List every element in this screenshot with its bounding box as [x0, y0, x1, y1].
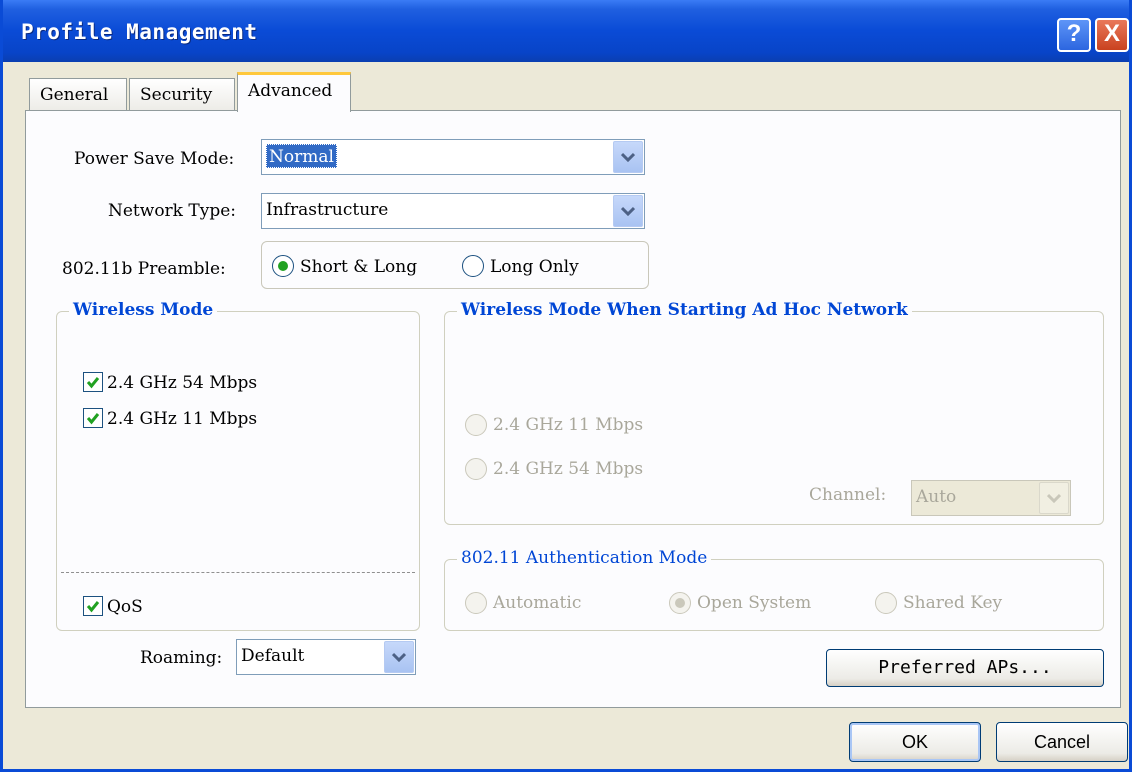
auth-automatic-label[interactable]: Automatic	[493, 593, 581, 613]
power-save-value: Normal	[266, 144, 337, 168]
preamble-group: Short & Long Long Only	[261, 241, 649, 289]
title-bar[interactable]: Profile Management ? X	[3, 0, 1129, 62]
wm-11-label[interactable]: 2.4 GHz 11 Mbps	[107, 409, 257, 429]
cancel-button[interactable]: Cancel	[996, 722, 1128, 762]
network-type-label: Network Type:	[108, 201, 236, 221]
wireless-mode-title: Wireless Mode	[69, 300, 218, 320]
divider	[61, 572, 415, 573]
auth-shared-key-radio[interactable]	[875, 592, 897, 614]
wm-54-label[interactable]: 2.4 GHz 54 Mbps	[107, 373, 257, 393]
profile-management-dialog: Profile Management ? X General Security …	[0, 0, 1132, 772]
channel-value: Auto	[916, 487, 957, 507]
power-save-select[interactable]: Normal	[261, 139, 645, 175]
adhoc-54-label[interactable]: 2.4 GHz 54 Mbps	[493, 459, 643, 479]
preamble-label: 802.11b Preamble:	[62, 259, 226, 279]
chevron-down-icon[interactable]	[1039, 482, 1069, 514]
qos-label[interactable]: QoS	[107, 597, 143, 617]
ok-button[interactable]: OK	[849, 722, 981, 762]
wm-54-checkbox[interactable]	[83, 372, 103, 392]
auth-shared-key-label[interactable]: Shared Key	[903, 593, 1002, 613]
adhoc-54-radio[interactable]	[465, 458, 487, 480]
preamble-long-only-radio[interactable]	[462, 255, 484, 277]
auth-open-system-label[interactable]: Open System	[697, 593, 811, 613]
roaming-label: Roaming:	[140, 648, 223, 668]
tab-security[interactable]: Security	[129, 78, 235, 112]
chevron-down-icon[interactable]	[613, 141, 643, 173]
roaming-select[interactable]: Default	[236, 639, 416, 675]
tab-advanced[interactable]: Advanced	[237, 72, 351, 112]
auth-mode-title: 802.11 Authentication Mode	[457, 548, 712, 568]
window-title: Profile Management	[21, 20, 258, 44]
close-button[interactable]: X	[1095, 18, 1129, 52]
power-save-label: Power Save Mode:	[74, 149, 235, 169]
help-button[interactable]: ?	[1057, 18, 1091, 52]
wireless-mode-group: Wireless Mode 2.4 GHz 54 Mbps 2.4 GHz 11…	[56, 300, 420, 631]
preamble-long-only-label[interactable]: Long Only	[490, 257, 579, 277]
auth-mode-group: 802.11 Authentication Mode Automatic Ope…	[444, 548, 1104, 631]
network-type-value: Infrastructure	[266, 200, 389, 220]
auth-automatic-radio[interactable]	[465, 592, 487, 614]
chevron-down-icon[interactable]	[384, 641, 414, 673]
channel-label: Channel:	[809, 485, 887, 505]
chevron-down-icon[interactable]	[613, 195, 643, 227]
preamble-short-long-radio[interactable]	[272, 255, 294, 277]
advanced-panel: Power Save Mode: Normal Network Type: In…	[25, 110, 1121, 708]
adhoc-mode-title: Wireless Mode When Starting Ad Hoc Netwo…	[457, 300, 912, 320]
network-type-select[interactable]: Infrastructure	[261, 193, 645, 229]
tab-general[interactable]: General	[29, 78, 127, 112]
auth-open-system-radio[interactable]	[669, 592, 691, 614]
channel-select[interactable]: Auto	[911, 480, 1071, 516]
roaming-value: Default	[241, 646, 305, 666]
preferred-aps-button[interactable]: Preferred APs...	[826, 649, 1104, 687]
qos-checkbox[interactable]	[83, 596, 103, 616]
wm-11-checkbox[interactable]	[83, 408, 103, 428]
adhoc-mode-group: Wireless Mode When Starting Ad Hoc Netwo…	[444, 300, 1104, 525]
preamble-short-long-label[interactable]: Short & Long	[300, 257, 417, 277]
adhoc-11-label[interactable]: 2.4 GHz 11 Mbps	[493, 415, 643, 435]
adhoc-11-radio[interactable]	[465, 414, 487, 436]
